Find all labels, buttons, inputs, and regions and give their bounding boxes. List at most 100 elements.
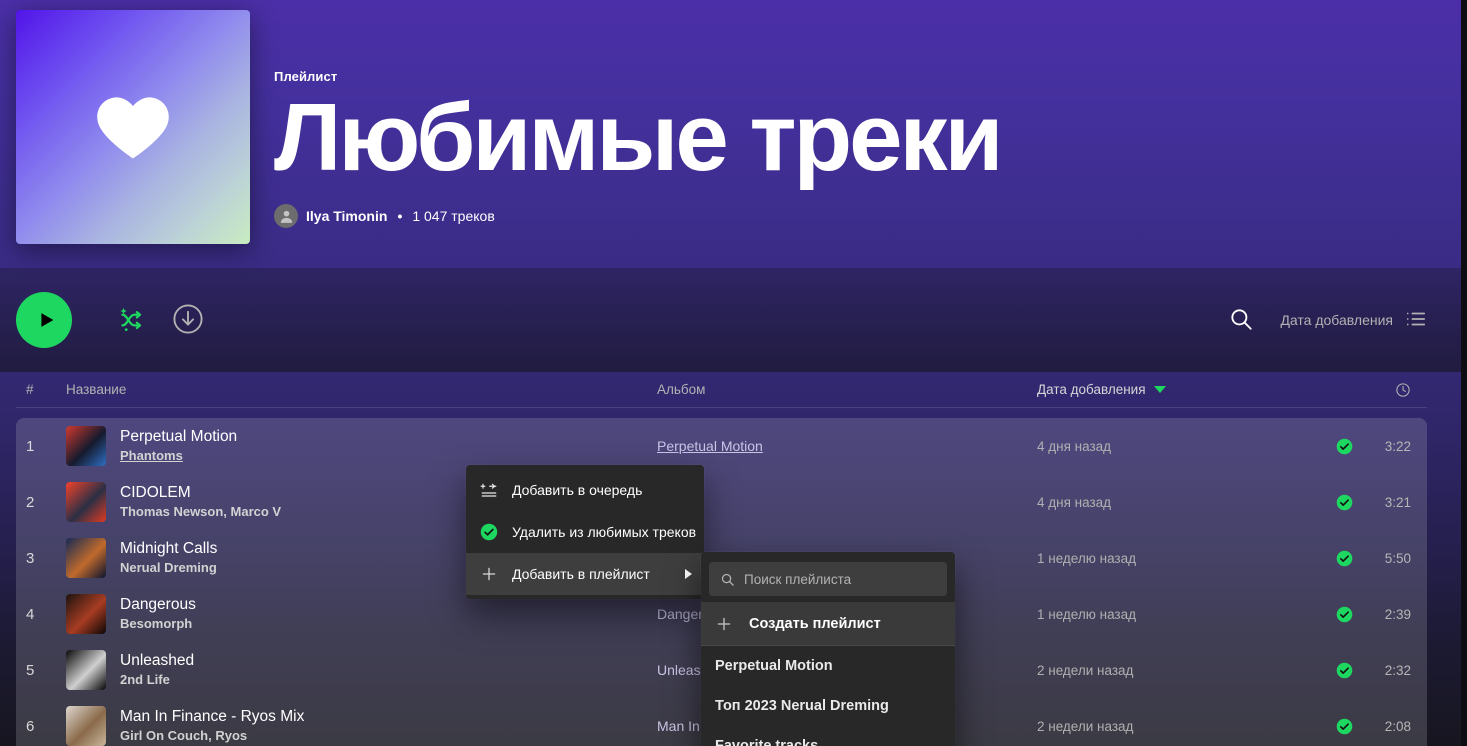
track-number: 2 [26, 493, 35, 511]
download-button[interactable] [172, 303, 204, 338]
playlist-header: Плейлист Любимые треки Ilya Timonin • 1 … [0, 0, 1461, 268]
green-check-icon[interactable] [1336, 718, 1353, 735]
album-art-thumbnail [66, 426, 106, 466]
track-artist[interactable]: Girl On Couch, Ryos [120, 727, 304, 745]
track-duration: 3:21 [1384, 494, 1411, 510]
track-text: CIDOLEM Thomas Newson, Marco V [120, 483, 281, 521]
column-header-duration [1367, 382, 1411, 398]
track-duration: 2:32 [1384, 662, 1411, 678]
clock-icon [1395, 382, 1411, 398]
playlist-track-count: 1 047 треков [412, 208, 495, 224]
track-artist[interactable]: 2nd Life [120, 671, 194, 689]
track-number: 6 [26, 717, 35, 735]
track-text: Man In Finance - Ryos Mix Girl On Couch, … [120, 707, 304, 745]
context-menu-item[interactable]: Добавить в очередь [466, 469, 704, 511]
playlist-option[interactable]: Favorite tracks [701, 726, 955, 746]
track-duration: 2:39 [1384, 606, 1411, 622]
track-artist[interactable]: Phantoms [120, 447, 237, 465]
playlist-cover-art[interactable] [16, 10, 250, 244]
column-header-title: Название [66, 382, 127, 397]
track-album[interactable]: Perpetual Motion [657, 438, 1037, 454]
track-title[interactable]: CIDOLEM [120, 483, 281, 502]
context-menu-item-label: Добавить в плейлист [512, 566, 650, 582]
track-title-cell: Perpetual Motion Phantoms [54, 426, 657, 466]
green-check-icon[interactable] [1336, 550, 1353, 567]
meta-separator: • [397, 208, 403, 224]
green-check-icon [480, 523, 498, 541]
track-date-added: 2 недели назад [1037, 662, 1134, 678]
green-check-icon[interactable] [1336, 606, 1353, 623]
track-artist[interactable]: Besomorph [120, 615, 196, 633]
playlist-option[interactable]: Perpetual Motion [701, 646, 955, 686]
track-date-added: 4 дня назад [1037, 438, 1112, 454]
track-duration-cell: 2:39 [1336, 606, 1411, 623]
track-title[interactable]: Unleashed [120, 651, 194, 670]
table-row[interactable]: 1 Perpetual Motion Phantoms Perpetual Motio… [16, 418, 1427, 474]
create-playlist-label: Создать плейлист [749, 615, 881, 632]
sort-order-button[interactable]: Дата добавления [1280, 312, 1393, 328]
play-icon [32, 309, 57, 331]
column-header-date-added[interactable]: Дата добавления [1037, 382, 1367, 397]
track-title-cell: Man In Finance - Ryos Mix Girl On Couch, … [54, 706, 657, 746]
track-text: Midnight Calls Nerual Dreming [120, 539, 217, 577]
heart-icon [91, 85, 175, 169]
playlist-search-input[interactable] [744, 571, 936, 587]
caret-down-icon [1153, 386, 1166, 393]
column-header-album: Альбом [657, 382, 706, 397]
track-number: 3 [26, 549, 35, 567]
add-to-queue-icon [480, 481, 498, 499]
page-title[interactable]: Любимые треки [274, 90, 1004, 186]
table-row[interactable]: 2 CIDOLEM Thomas Newson, Marco V 4 дня наза… [16, 474, 1427, 530]
spotify-playlist-page: Плейлист Любимые треки Ilya Timonin • 1 … [0, 0, 1467, 746]
playlist-action-bar: Дата добавления [0, 268, 1461, 372]
track-date-added: 1 неделю назад [1037, 606, 1137, 622]
track-title[interactable]: Midnight Calls [120, 539, 217, 558]
table-header-row: # Название Альбом Дата добавления [16, 372, 1427, 408]
create-playlist-button[interactable]: Создать плейлист [701, 602, 955, 646]
search-icon [720, 572, 735, 587]
track-duration: 3:22 [1384, 438, 1411, 454]
green-check-icon[interactable] [1336, 438, 1353, 455]
track-artist[interactable]: Nerual Dreming [120, 559, 217, 577]
playlist-search-box[interactable] [709, 562, 947, 596]
smart-shuffle-button[interactable] [114, 303, 148, 337]
track-duration: 2:08 [1384, 718, 1411, 734]
track-context-menu[interactable]: Добавить в очередь Удалить из любимых тре… [466, 465, 704, 599]
album-art-thumbnail [66, 650, 106, 690]
plus-icon [480, 565, 498, 583]
green-check-icon[interactable] [1336, 662, 1353, 679]
track-title-cell: Unleashed 2nd Life [54, 650, 657, 690]
track-date-added: 2 недели назад [1037, 718, 1134, 734]
play-button[interactable] [16, 292, 72, 348]
add-to-playlist-submenu[interactable]: Создать плейлист Perpetual MotionТоп 202… [701, 552, 955, 746]
track-duration-cell: 2:08 [1336, 718, 1411, 735]
vertical-scrollbar[interactable] [1461, 0, 1467, 746]
track-title[interactable]: Perpetual Motion [120, 427, 237, 446]
chevron-right-icon [685, 569, 692, 579]
playlist-kind-label: Плейлист [274, 69, 338, 84]
track-duration-cell: 2:32 [1336, 662, 1411, 679]
plus-icon [715, 615, 733, 633]
track-number: 4 [26, 605, 35, 623]
download-circle-icon [172, 303, 204, 338]
track-text: Perpetual Motion Phantoms [120, 427, 237, 465]
view-mode-button[interactable] [1405, 309, 1427, 331]
column-header-date-label: Дата добавления [1037, 382, 1146, 397]
track-artist[interactable]: Thomas Newson, Marco V [120, 503, 281, 521]
track-title[interactable]: Man In Finance - Ryos Mix [120, 707, 304, 726]
context-menu-item[interactable]: Добавить в плейлист [466, 553, 704, 595]
context-menu-item-label: Удалить из любимых треков [512, 524, 697, 540]
track-title[interactable]: Dangerous [120, 595, 196, 614]
track-text: Unleashed 2nd Life [120, 651, 194, 689]
track-duration: 5:50 [1384, 550, 1411, 566]
green-check-icon[interactable] [1336, 494, 1353, 511]
album-art-thumbnail [66, 482, 106, 522]
search-in-playlist-button[interactable] [1228, 307, 1254, 333]
playlist-owner-name[interactable]: Ilya Timonin [306, 208, 387, 224]
track-duration-cell: 3:22 [1336, 438, 1411, 455]
context-menu-item[interactable]: Удалить из любимых треков [466, 511, 704, 553]
smart-shuffle-icon [114, 302, 148, 339]
search-icon [1228, 306, 1254, 335]
playlist-option[interactable]: Топ 2023 Nerual Dreming [701, 686, 955, 726]
album-art-thumbnail [66, 538, 106, 578]
